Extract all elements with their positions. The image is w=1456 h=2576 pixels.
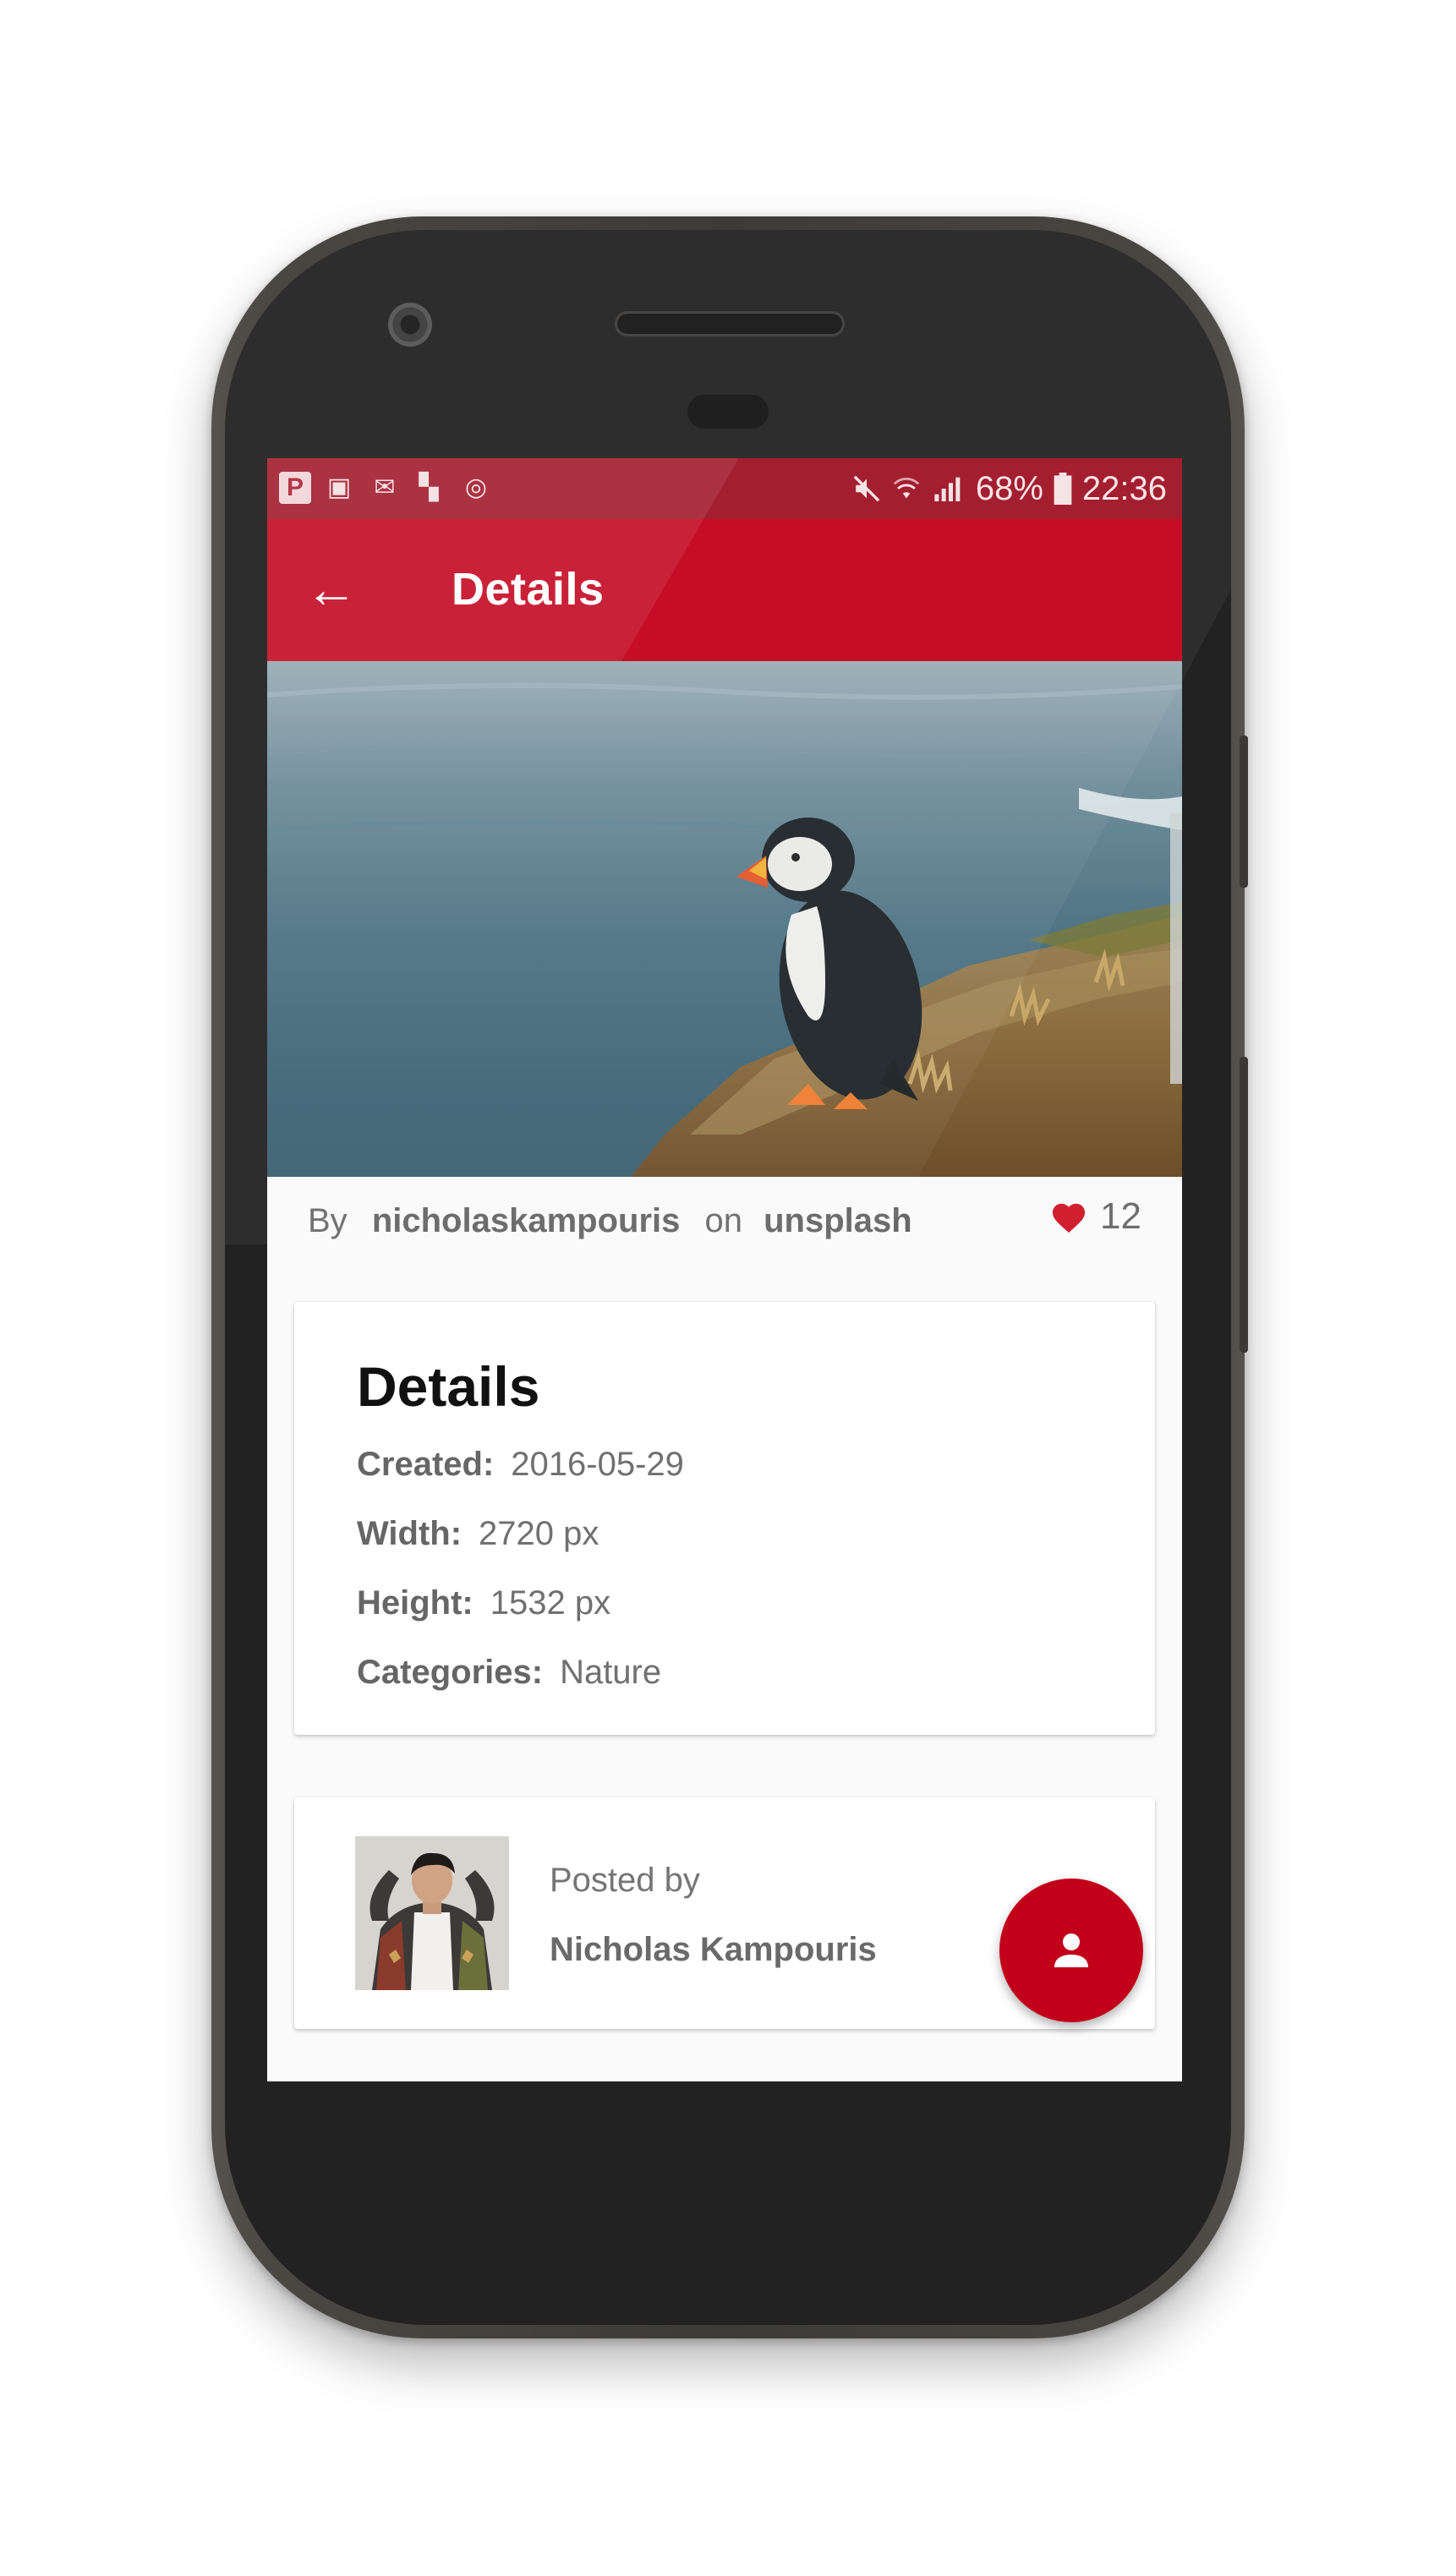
flipboard-icon: ▚	[419, 473, 439, 501]
status-bar: P ▣ ✉ ▚ ◎ 68% 22:36	[267, 458, 1182, 519]
proximity-sensor	[687, 395, 769, 429]
avatar-image	[355, 1836, 509, 1990]
likes-group[interactable]: 12	[1049, 1195, 1141, 1238]
likes-count: 12	[1100, 1195, 1141, 1237]
details-heading: Details	[357, 1355, 540, 1418]
power-button	[1240, 736, 1248, 888]
author-link[interactable]: nicholaskampouris	[372, 1202, 681, 1239]
status-right-group: 68% 22:36	[852, 458, 1167, 519]
mail-icon: ✉	[374, 473, 396, 501]
created-label: Created:	[357, 1446, 495, 1483]
posted-by-label: Posted by	[550, 1862, 700, 1899]
photo-image[interactable]	[267, 661, 1182, 1177]
height-value: 1532 px	[490, 1584, 611, 1622]
signal-icon	[934, 477, 961, 501]
detail-row-created: Created: 2016-05-29	[357, 1446, 684, 1484]
arrow-back-icon[interactable]: ←	[301, 560, 362, 621]
detail-row-height: Height: 1532 px	[357, 1584, 610, 1622]
created-value: 2016-05-29	[511, 1446, 684, 1483]
categories-value[interactable]: Nature	[560, 1654, 661, 1691]
categories-label: Categories:	[357, 1654, 544, 1691]
on-label: on	[704, 1202, 743, 1239]
status-time: 22:36	[1081, 469, 1167, 507]
battery-percent: 68%	[975, 469, 1043, 507]
by-label: By	[308, 1202, 348, 1239]
heart-icon[interactable]	[1049, 1199, 1088, 1234]
height-label: Height:	[357, 1584, 473, 1622]
app-bar: ← Details	[267, 519, 1182, 661]
image-icon: ▣	[326, 473, 352, 501]
profile-fab-button[interactable]	[999, 1879, 1143, 2022]
mute-icon	[853, 475, 880, 502]
detail-row-categories: Categories: Nature	[357, 1654, 661, 1692]
detail-row-width: Width: 2720 px	[357, 1515, 599, 1553]
sync-icon: ◎	[464, 473, 488, 501]
photo-byline: By nicholaskampouris on unsplash	[308, 1202, 912, 1240]
battery-icon	[1054, 473, 1072, 505]
wifi-icon	[893, 478, 920, 499]
p-notification-icon: P	[279, 472, 311, 504]
front-camera	[388, 303, 432, 347]
volume-button	[1240, 1057, 1248, 1353]
source-link[interactable]: unsplash	[764, 1202, 912, 1239]
width-value: 2720 px	[479, 1515, 599, 1552]
page-title: Details	[452, 564, 605, 615]
poster-name[interactable]: Nicholas Kampouris	[550, 1931, 877, 1969]
puffin-photo	[267, 682, 1182, 1177]
person-icon	[1054, 1933, 1088, 1967]
details-card: Details Created: 2016-05-29 Width: 2720 px…	[294, 1302, 1155, 1735]
app-screen: P ▣ ✉ ▚ ◎ 68% 22:36 ← Details By nichola…	[267, 458, 1182, 2081]
width-label: Width:	[357, 1515, 463, 1552]
earpiece-speaker	[615, 311, 845, 336]
avatar[interactable]	[355, 1836, 509, 1990]
